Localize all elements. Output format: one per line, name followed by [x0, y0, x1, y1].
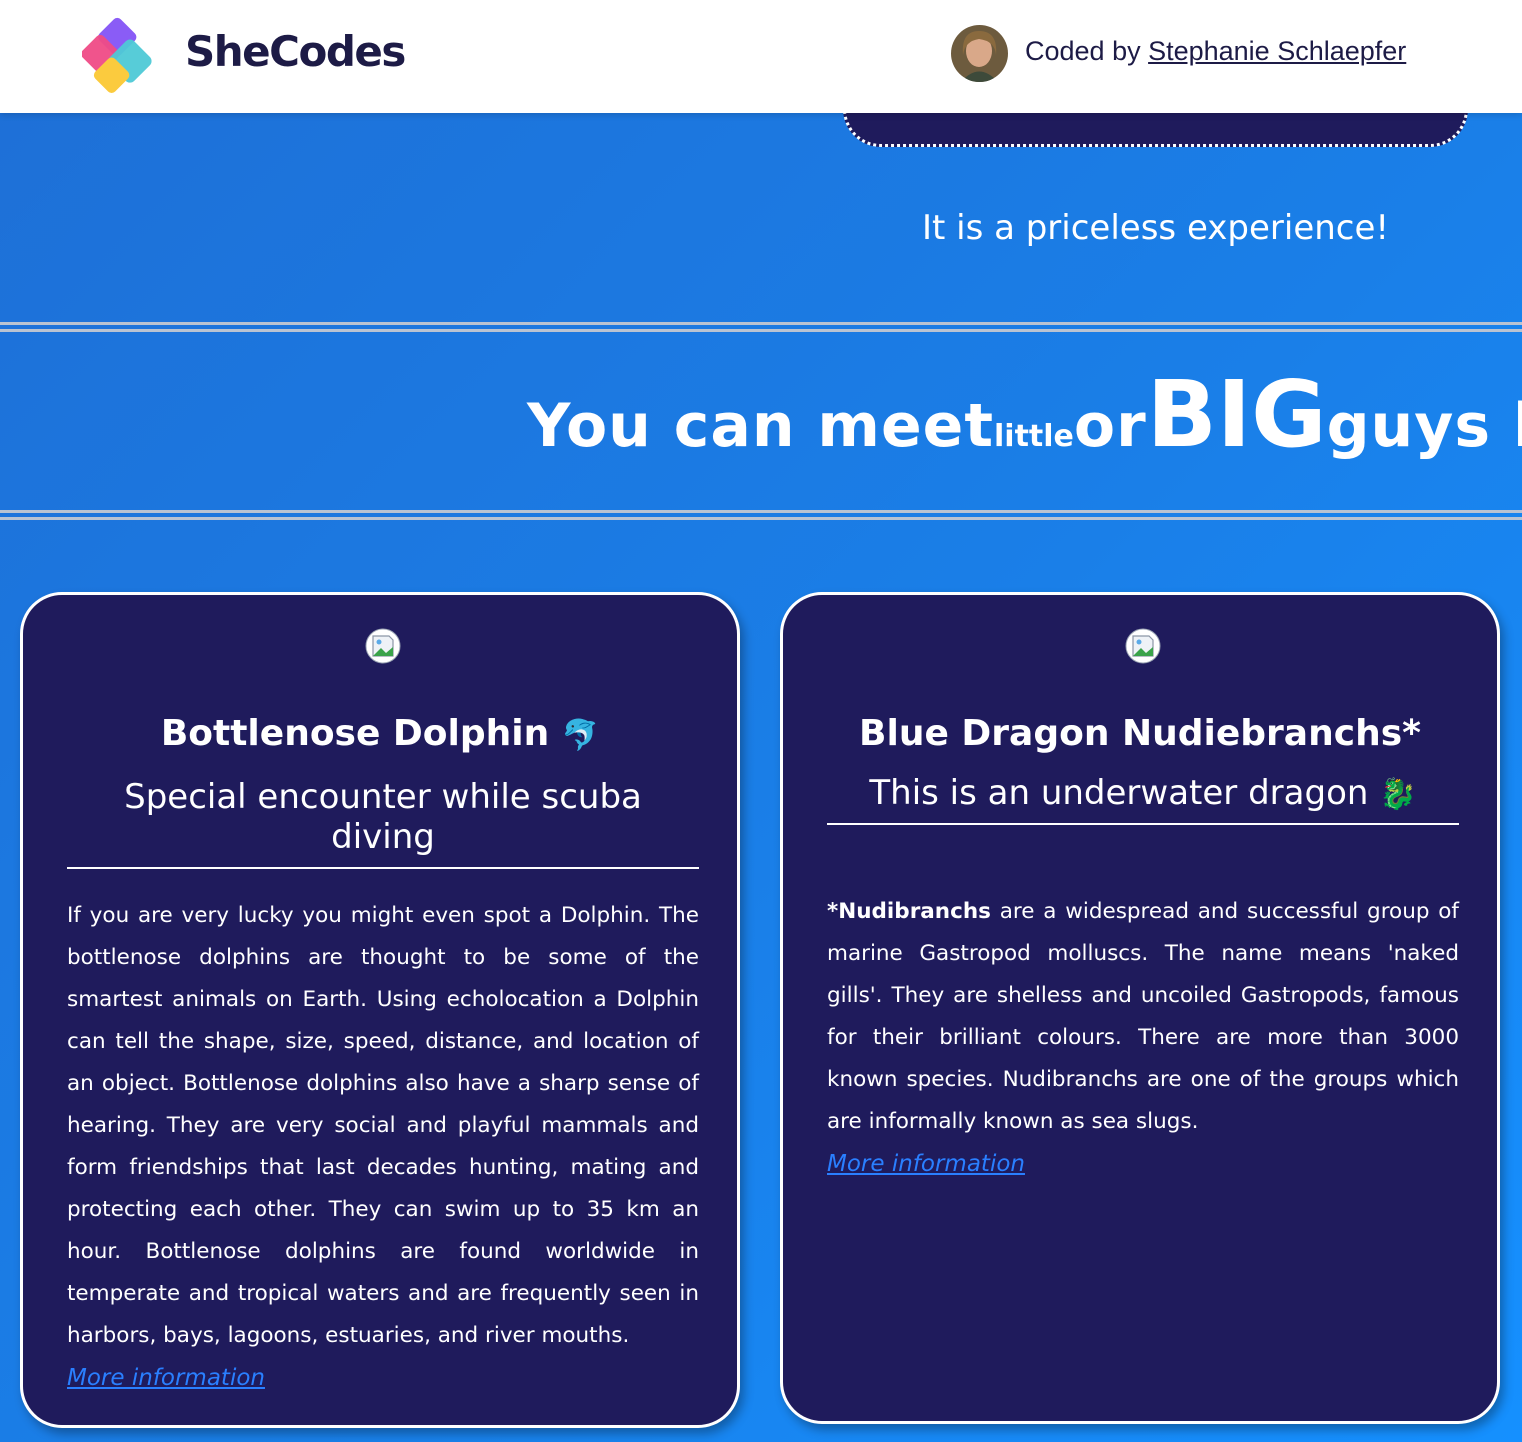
- card-body-bold: *Nudibranchs: [827, 899, 991, 924]
- card-blue-dragon: Blue Dragon Nudiebranchs* This is an und…: [780, 592, 1500, 1424]
- dragon-icon: 🐉: [1379, 777, 1417, 812]
- author-link[interactable]: Stephanie Schlaepfer: [1148, 36, 1406, 66]
- divider: [0, 322, 1522, 332]
- marquee-big: BIG: [1146, 361, 1327, 468]
- shecodes-logo-icon[interactable]: [82, 10, 182, 98]
- avatar: [951, 25, 1008, 82]
- brand-name[interactable]: SheCodes: [185, 27, 406, 76]
- divider: [0, 510, 1522, 520]
- card-subtitle-text: This is an underwater dragon: [869, 773, 1369, 813]
- card-subtitle: Special encounter while scuba diving: [67, 777, 699, 869]
- card-body-text: If you are very lucky you might even spo…: [67, 903, 699, 1348]
- card-body-text: are a widespread and successful group of…: [827, 899, 1459, 1134]
- card-body: If you are very lucky you might even spo…: [67, 895, 699, 1399]
- credit-prefix: Coded by: [1025, 36, 1149, 66]
- card-title: Bottlenose Dolphin 🐬: [23, 713, 737, 754]
- card-body: *Nudibranchs are a widespread and succes…: [827, 891, 1459, 1185]
- card-bottlenose-dolphin: Bottlenose Dolphin 🐬 Special encounter w…: [20, 592, 740, 1428]
- top-bar: SheCodes Coded by Stephanie Schlaepfer: [0, 0, 1522, 113]
- tagline: It is a priceless experience!: [921, 208, 1390, 248]
- marquee-text-3: guys lik: [1326, 391, 1522, 461]
- card-title: Blue Dragon Nudiebranchs*: [859, 713, 1421, 754]
- marquee: You can meet little or BIG guys lik: [0, 340, 1522, 505]
- card-subtitle: This is an underwater dragon 🐉: [827, 773, 1459, 825]
- more-information-link[interactable]: More information: [67, 1357, 699, 1399]
- marquee-little: little: [994, 419, 1074, 454]
- marquee-text-2: or: [1073, 391, 1147, 461]
- more-information-link[interactable]: More information: [827, 1143, 1459, 1185]
- card-title-text: Bottlenose Dolphin: [160, 713, 550, 754]
- broken-image-icon: [365, 628, 401, 664]
- marquee-text-1: You can meet: [527, 391, 995, 461]
- dolphin-icon: 🐬: [561, 718, 600, 753]
- coded-by-credit: Coded by Stephanie Schlaepfer: [1025, 36, 1406, 67]
- broken-image-icon: [1125, 628, 1161, 664]
